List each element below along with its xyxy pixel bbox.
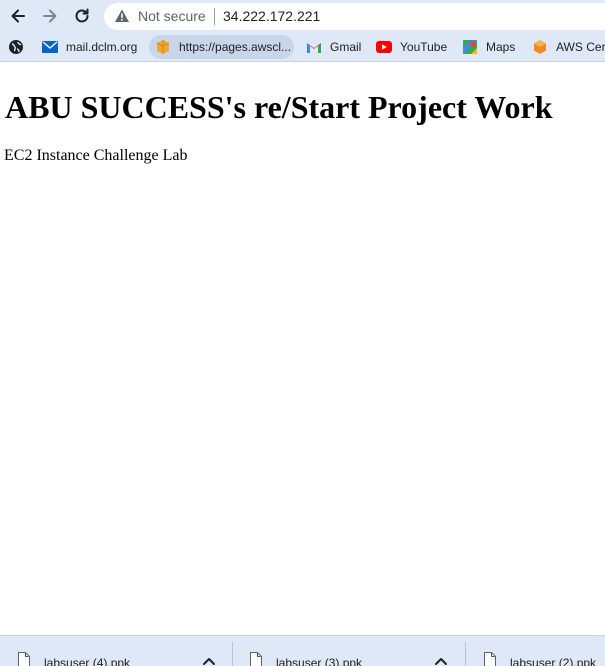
chevron-up-icon[interactable] <box>202 654 216 666</box>
aws-icon <box>532 39 548 55</box>
file-icon <box>18 652 30 666</box>
page-heading: ABU SUCCESS's re/Start Project Work <box>5 89 553 125</box>
arrow-right-icon <box>43 9 57 23</box>
download-item[interactable]: labsuser (2).ppk <box>466 636 605 666</box>
warning-icon[interactable] <box>114 8 130 24</box>
bookmark-pages-awscloud[interactable]: https://pages.awscl... <box>149 35 294 59</box>
reload-button[interactable] <box>70 4 94 28</box>
download-item[interactable]: labsuser (3).ppk <box>232 636 464 666</box>
reload-icon <box>75 8 89 23</box>
bookmark-label: Maps <box>486 40 516 54</box>
download-item[interactable]: labsuser (4).ppk <box>0 636 232 666</box>
download-filename: labsuser (4).ppk <box>44 656 131 666</box>
file-icon <box>484 652 496 666</box>
bookmark-aws-cert[interactable]: AWS Cert <box>526 35 605 59</box>
bookmark-label: https://pages.awscl... <box>179 40 292 54</box>
page-text: EC2 Instance Challenge Lab <box>4 147 188 164</box>
bookmark-youtube[interactable]: YouTube <box>370 35 455 59</box>
maps-icon <box>462 39 478 55</box>
bookmark-gmail[interactable]: Gmail <box>300 35 369 59</box>
download-filename: labsuser (3).ppk <box>276 656 363 666</box>
forward-button[interactable] <box>38 4 62 28</box>
bookmark-label: mail.dclm.org <box>66 40 138 54</box>
bookmark-label: Gmail <box>330 40 362 54</box>
gmail-icon <box>306 39 322 55</box>
bookmark-globe[interactable] <box>4 35 28 59</box>
mail-icon <box>42 39 58 55</box>
bookmark-maps[interactable]: Maps <box>456 35 523 59</box>
globe-icon <box>8 39 24 55</box>
youtube-icon <box>376 39 392 55</box>
browser-toolbar: Not secure 34.222.172.221 <box>0 0 605 32</box>
security-status-label[interactable]: Not secure <box>138 8 206 24</box>
bookmark-label: YouTube <box>400 40 448 54</box>
download-filename: labsuser (2).ppk <box>510 656 597 666</box>
file-icon <box>250 652 262 666</box>
bookmarks-bar: mail.dclm.org https://pages.awscl... Gma… <box>0 32 605 62</box>
bookmark-mail-dclm[interactable]: mail.dclm.org <box>36 35 145 59</box>
arrow-left-icon <box>11 9 25 23</box>
download-shelf: labsuser (4).ppk labsuser (3).ppk labsus… <box>0 635 605 666</box>
bookmark-label: AWS Cert <box>556 40 605 54</box>
box-icon <box>155 39 171 55</box>
address-divider <box>214 8 215 25</box>
back-button[interactable] <box>6 4 30 28</box>
page-content: ABU SUCCESS's re/Start Project Work EC2 … <box>0 63 605 635</box>
chevron-up-icon[interactable] <box>434 654 448 666</box>
address-bar[interactable]: Not secure 34.222.172.221 <box>104 3 605 30</box>
url-text[interactable]: 34.222.172.221 <box>223 8 320 24</box>
